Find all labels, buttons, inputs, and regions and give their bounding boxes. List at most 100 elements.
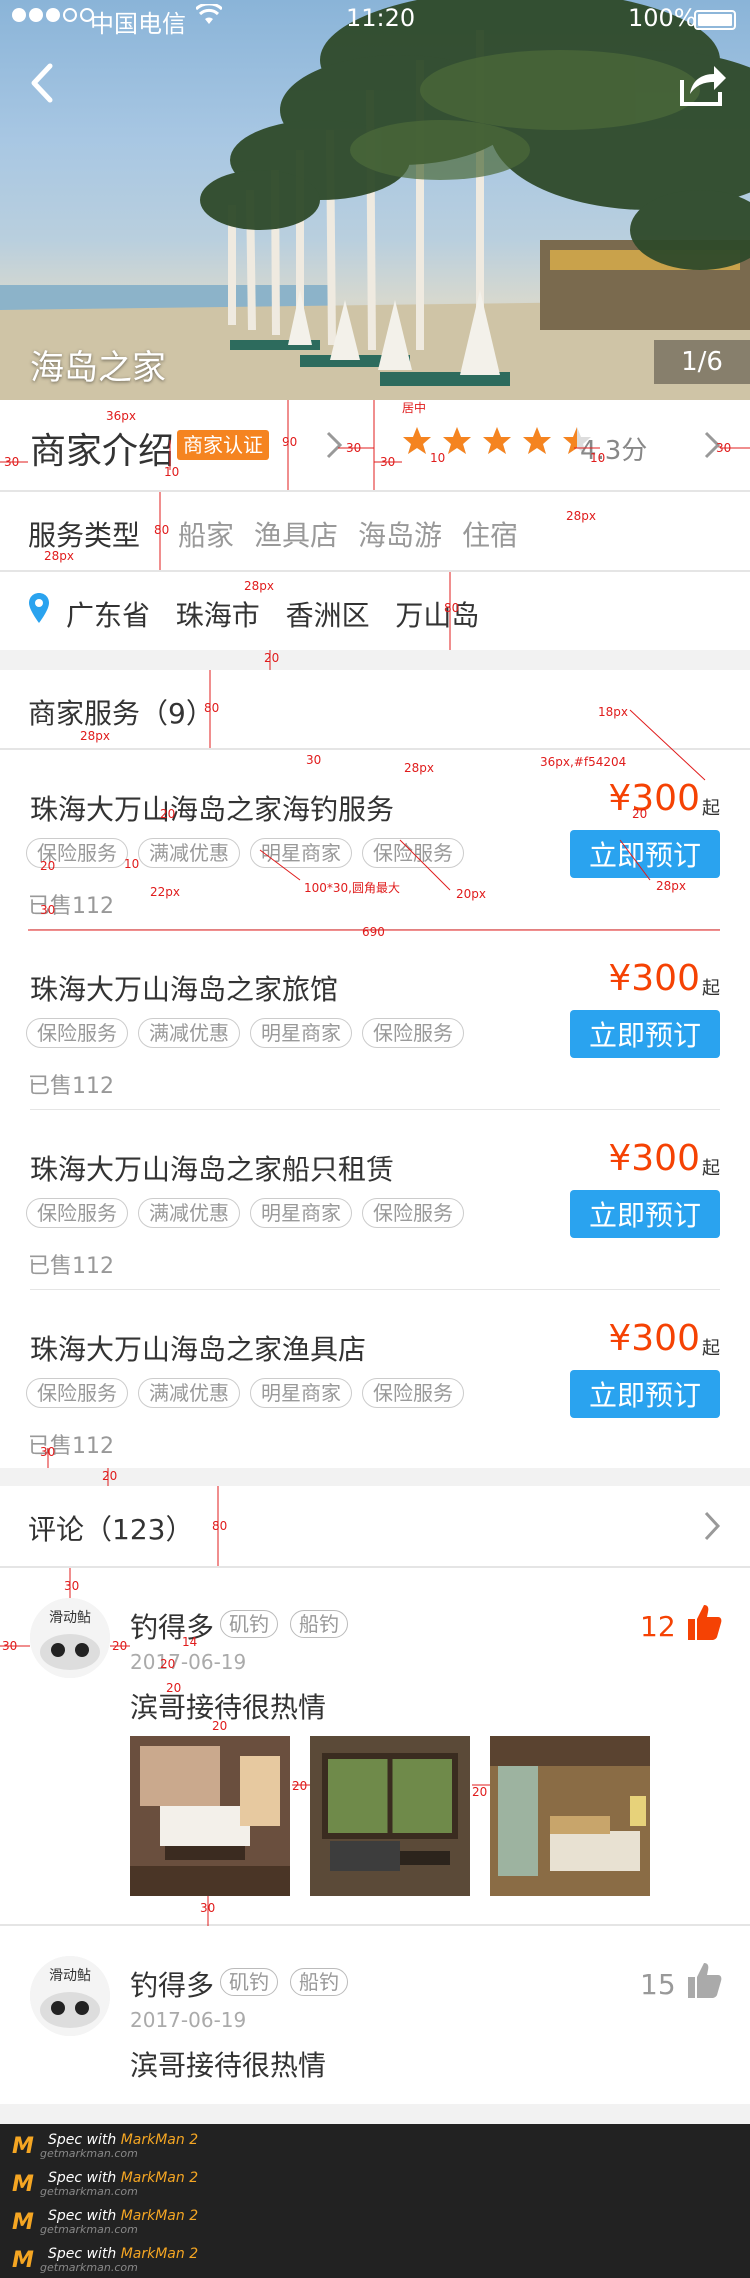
footer-url: getmarkman.com [40, 2184, 138, 2198]
hero-banner[interactable]: 中国电信 11:20 100% 海岛之家 1/6 [0, 0, 750, 400]
service-chip: 明星商家 [250, 1018, 352, 1048]
footer-url: getmarkman.com [40, 2222, 138, 2236]
markman-watermark: M Spec with MarkMan 2 getmarkman.com [12, 2166, 198, 2202]
footer-brand: MarkMan 2 [120, 2169, 199, 2186]
review-tag: 船钓 [290, 1968, 348, 1996]
footer-brand: MarkMan 2 [120, 2131, 199, 2148]
service-chip: 保险服务 [362, 1198, 464, 1228]
footer-text: Spec with [48, 2169, 117, 2186]
review-photo[interactable] [130, 1736, 290, 1896]
service-type-tag[interactable]: 渔具店 [254, 514, 338, 554]
review-photo[interactable] [490, 1736, 650, 1896]
markman-logo-icon: M [12, 2172, 34, 2197]
service-item[interactable]: 珠海大万山海岛之家渔具店 ¥300 起 保险服务 满减优惠 明星商家 保险服务 … [0, 1290, 750, 1470]
service-chip: 满减优惠 [138, 1198, 240, 1228]
sold-count: 已售112 [28, 894, 114, 919]
status-time: 11:20 [346, 4, 416, 32]
service-chip: 保险服务 [362, 1378, 464, 1408]
book-now-button[interactable]: 立即预订 [570, 1010, 720, 1058]
markman-logo-icon: M [12, 2248, 34, 2273]
review-item: 滑动鲇 钓得多 矶钓 船钓 2017-06-19 滨哥接待很热情 12 [0, 1568, 750, 1926]
annotation-label: 20 [102, 1469, 117, 1483]
service-types-row: 服务类型 船家 渔具店 海岛游 住宿 [0, 492, 750, 570]
service-item[interactable]: 珠海大万山海岛之家船只租赁 ¥300 起 保险服务 满减优惠 明星商家 保险服务… [0, 1110, 750, 1290]
service-types-list: 船家 渔具店 海岛游 住宿 [178, 514, 518, 554]
star-icon [403, 427, 431, 454]
footer-url: getmarkman.com [40, 2260, 138, 2274]
sold-count: 已售112 [28, 1254, 114, 1279]
service-chip: 保险服务 [362, 1018, 464, 1048]
merchant-certified-badge: 商家认证 [177, 430, 269, 460]
review-photo[interactable] [310, 1736, 470, 1896]
service-price: ¥300 [608, 1318, 700, 1359]
footer-text: Spec with [48, 2131, 117, 2148]
review-username[interactable]: 钓得多 [130, 1606, 214, 1646]
service-name: 珠海大万山海岛之家旅馆 [30, 973, 339, 1006]
service-chip: 满减优惠 [138, 1378, 240, 1408]
star-icon [443, 427, 471, 454]
share-button[interactable] [676, 60, 728, 108]
footer-text: Spec with [48, 2245, 117, 2262]
review-text: 滨哥接待很热情 [130, 2049, 327, 2082]
avatar-text: 滑动鲇 [49, 1967, 91, 1984]
service-name: 珠海大万山海岛之家海钓服务 [30, 793, 395, 826]
back-button[interactable] [22, 58, 62, 108]
review-tag: 矶钓 [220, 1610, 278, 1638]
service-type-tag[interactable]: 船家 [178, 514, 234, 554]
service-chips: 保险服务 满减优惠 明星商家 保险服务 [26, 1378, 464, 1408]
service-chip: 满减优惠 [138, 1018, 240, 1048]
review-text: 滨哥接待很热情 [130, 1691, 327, 1724]
reviews-header-row[interactable]: 评论（123） [0, 1486, 750, 1566]
book-now-button[interactable]: 立即预订 [570, 830, 720, 878]
sold-count: 已售112 [28, 1434, 114, 1459]
chevron-right-icon[interactable] [700, 1510, 724, 1542]
status-bar: 中国电信 11:20 100% [0, 0, 750, 40]
review-tag: 矶钓 [220, 1968, 278, 1996]
service-price: ¥300 [608, 778, 700, 819]
markman-watermark: M Spec with MarkMan 2 getmarkman.com [12, 2204, 198, 2240]
service-chips: 保险服务 满减优惠 明星商家 保险服务 [26, 1018, 464, 1048]
service-item[interactable]: 珠海大万山海岛之家旅馆 ¥300 起 保险服务 满减优惠 明星商家 保险服务 已… [0, 930, 750, 1110]
thumbs-up-icon[interactable] [686, 1960, 722, 2000]
service-price: ¥300 [608, 1138, 700, 1179]
like-count: 15 [640, 1968, 676, 2001]
review-username[interactable]: 钓得多 [130, 1964, 214, 2004]
review-date: 2017-06-19 [130, 2008, 247, 2032]
footer-brand: MarkMan 2 [120, 2207, 199, 2224]
chevron-right-icon[interactable] [322, 430, 346, 460]
star-icon [483, 427, 511, 454]
location-pin-icon [29, 593, 49, 623]
hero-title: 海岛之家 [30, 348, 166, 388]
merchant-intro-label: 商家介绍 [30, 431, 175, 472]
address-row[interactable]: 广东省 珠海市 香洲区 万山岛 [0, 572, 750, 650]
avatar[interactable]: 滑动鲇 [30, 1598, 110, 1678]
service-chip: 保险服务 [362, 838, 464, 868]
book-now-button[interactable]: 立即预订 [570, 1370, 720, 1418]
reviews-header: 评论（123） [28, 1513, 194, 1546]
signal-strength-icon [12, 8, 94, 22]
rating-score: 4.3分 [580, 436, 648, 466]
markman-logo-icon: M [12, 2210, 34, 2235]
markman-watermark: M Spec with MarkMan 2 getmarkman.com [12, 2242, 198, 2278]
chevron-left-icon [31, 63, 53, 103]
service-type-tag[interactable]: 住宿 [462, 514, 518, 554]
address-text: 广东省 珠海市 香洲区 万山岛 [66, 599, 480, 632]
service-chip: 保险服务 [26, 1018, 128, 1048]
price-unit: 起 [702, 1158, 720, 1179]
review-tag: 船钓 [290, 1610, 348, 1638]
price-unit: 起 [702, 1338, 720, 1359]
services-header: 商家服务（9） [28, 697, 214, 730]
merchant-intro-row[interactable]: 商家介绍 商家认证 4.3分 [0, 400, 750, 490]
thumbs-up-icon[interactable] [686, 1602, 722, 1642]
chevron-right-icon[interactable] [700, 430, 724, 460]
rating-stars [402, 426, 592, 456]
service-chip: 保险服务 [26, 1198, 128, 1228]
book-now-button[interactable]: 立即预订 [570, 1190, 720, 1238]
avatar[interactable]: 滑动鲇 [30, 1956, 110, 2036]
service-item[interactable]: 珠海大万山海岛之家海钓服务 ¥300 起 保险服务 满减优惠 明星商家 保险服务… [0, 750, 750, 930]
service-type-tag[interactable]: 海岛游 [358, 514, 442, 554]
merchant-services: 商家服务（9） 珠海大万山海岛之家海钓服务 ¥300 起 保险服务 满减优惠 明… [0, 670, 750, 1468]
battery-icon [694, 10, 736, 30]
service-price: ¥300 [608, 958, 700, 999]
footer-url: getmarkman.com [40, 2146, 138, 2160]
